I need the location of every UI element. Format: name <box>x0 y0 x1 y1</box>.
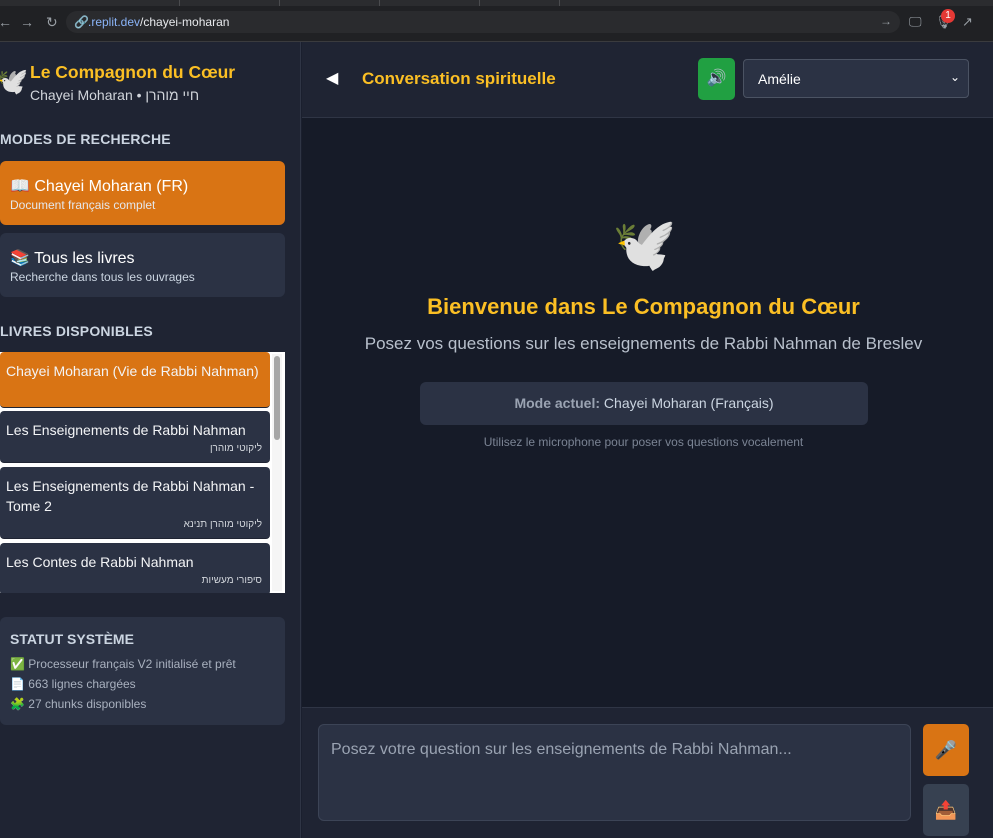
status-line: 📄 663 lignes chargées <box>10 677 136 691</box>
question-input[interactable]: Posez votre question sur les enseignemen… <box>318 724 911 821</box>
sidebar: 🕊️ Le Compagnon du Cœur Chayei Moharan •… <box>0 42 301 838</box>
dove-icon: 🕊️ <box>612 216 677 274</box>
mode-description: Recherche dans tous les ouvrages <box>10 270 195 284</box>
conversation-header: ◀ Conversation spirituelle 🔊 Amélie ⌄ <box>302 42 993 118</box>
book-item[interactable]: Les Enseignements de Rabbi Nahman - Tome… <box>0 467 270 539</box>
app-title: Le Compagnon du Cœur <box>30 62 236 82</box>
current-mode-label: Mode actuel: <box>514 395 601 411</box>
mode-title: Chayei Moharan (FR) <box>34 178 189 195</box>
status-line: ✅ Processeur français V2 initialisé et p… <box>10 657 236 671</box>
conversation-title: Conversation spirituelle <box>362 69 556 88</box>
books-heading: LIVRES DISPONIBLES <box>0 323 153 339</box>
dove-logo-icon: 🕊️ <box>0 66 29 96</box>
books-list[interactable]: Chayei Moharan (Vie de Rabbi Nahman) Les… <box>0 352 285 593</box>
collapse-sidebar-icon[interactable]: ◀ <box>326 68 338 88</box>
book-hebrew-name: סיפורי מעשיות <box>201 575 262 586</box>
speaker-toggle-button[interactable]: 🔊 <box>698 58 735 100</box>
book-name: Les Enseignements de Rabbi Nahman - Tome… <box>6 478 255 514</box>
book-name: Les Enseignements de Rabbi Nahman <box>6 422 246 438</box>
current-mode-pill: Mode actuel: Chayei Moharan (Français) <box>420 382 868 425</box>
status-line: 🧩 27 chunks disponibles <box>10 697 147 711</box>
open-external-icon[interactable]: ↗ <box>962 14 973 30</box>
book-item[interactable]: Les Enseignements de Rabbi Nahman ליקוטי… <box>0 411 270 463</box>
address-bar[interactable]: 🔗 .replit.dev/chayei-moharan → <box>66 11 900 33</box>
link-icon: 🔗 <box>74 15 89 29</box>
reload-icon[interactable]: ↻ <box>46 14 58 30</box>
book-name: Chayei Moharan (Vie de Rabbi Nahman) <box>6 363 259 379</box>
go-arrow-icon[interactable]: → <box>880 14 892 28</box>
url-path: /chayei-moharan <box>140 15 230 29</box>
microphone-hint: Utilisez le microphone pour poser vos qu… <box>483 435 804 449</box>
send-button[interactable]: 📤 <box>923 784 969 836</box>
book-item[interactable]: Les Contes de Rabbi Nahman סיפורי מעשיות <box>0 543 270 593</box>
voice-selected-value: Amélie <box>758 71 801 87</box>
current-mode-value: Chayei Moharan (Français) <box>603 395 774 411</box>
books-scrollbar[interactable] <box>272 354 282 591</box>
question-placeholder: Posez votre question sur les enseignemen… <box>331 741 792 758</box>
welcome-subtitle: Posez vos questions sur les enseignement… <box>364 334 923 353</box>
speaker-icon: 🔊 <box>706 70 727 87</box>
back-arrow-icon[interactable]: ← <box>0 14 12 30</box>
book-hebrew-name: ליקוטי מוהרן תנינא <box>183 519 262 530</box>
status-heading: STATUT SYSTÈME <box>10 631 134 647</box>
book-name: Les Contes de Rabbi Nahman <box>6 554 194 570</box>
microphone-icon: 🎤 <box>934 740 958 760</box>
system-status-panel: STATUT SYSTÈME ✅ Processeur français V2 … <box>0 617 285 725</box>
chat-area: 🕊️ Bienvenue dans Le Compagnon du Cœur P… <box>302 118 993 707</box>
chevron-down-icon: ⌄ <box>949 70 960 84</box>
send-icon: 📤 <box>934 800 958 820</box>
books-icon: 📚 <box>10 250 30 267</box>
voice-select[interactable]: Amélie ⌄ <box>743 59 969 98</box>
browser-toolbar: ← → ↻ 🔗 .replit.dev/chayei-moharan → 🖵 🎙… <box>0 0 993 42</box>
microphone-button[interactable]: 🎤 <box>923 724 969 776</box>
url-domain: .replit.dev <box>88 15 141 29</box>
app-subtitle: Chayei Moharan • חיי מוהרן <box>30 87 200 103</box>
book-icon: 📖 <box>10 178 30 195</box>
monitor-icon[interactable]: 🖵 <box>909 14 922 30</box>
welcome-title: Bienvenue dans Le Compagnon du Cœur <box>427 294 860 319</box>
book-hebrew-name: ליקוטי מוהרן <box>209 443 262 454</box>
url-text[interactable]: .replit.dev/chayei-moharan <box>88 15 229 29</box>
notification-badge: 1 <box>941 9 955 23</box>
input-bar: Posez votre question sur les enseignemen… <box>302 707 993 838</box>
modes-heading: MODES DE RECHERCHE <box>0 131 171 147</box>
mode-description: Document français complet <box>10 198 156 212</box>
tab-strip <box>0 0 993 6</box>
mode-card-chayei-moharan[interactable]: 📖 Chayei Moharan (FR) Document français … <box>0 161 285 225</box>
mode-card-all-books[interactable]: 📚 Tous les livres Recherche dans tous le… <box>0 233 285 297</box>
mode-title: Tous les livres <box>34 250 135 267</box>
scrollbar-thumb[interactable] <box>274 356 280 440</box>
book-item[interactable]: Chayei Moharan (Vie de Rabbi Nahman) <box>0 352 270 408</box>
forward-arrow-icon[interactable]: → <box>20 14 34 30</box>
